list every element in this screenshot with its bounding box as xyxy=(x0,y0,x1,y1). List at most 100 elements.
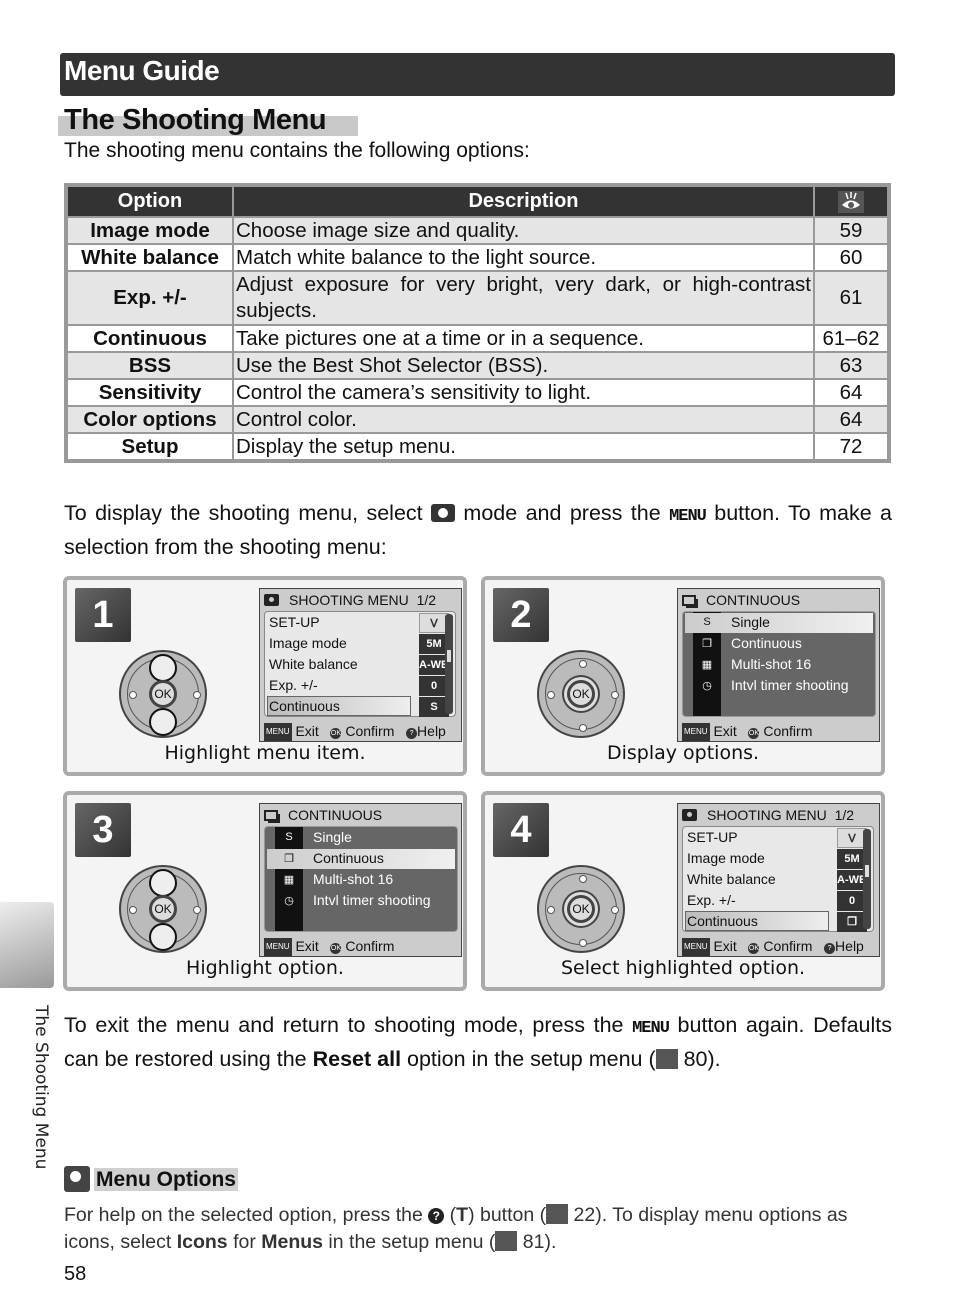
confirm-label: Confirm xyxy=(345,723,395,739)
screen-title-text: CONTINUOUS xyxy=(706,592,801,608)
menu-button-label: MENU xyxy=(669,507,707,526)
description-cell: Control color. xyxy=(232,405,815,434)
multi-selector-dial: OK xyxy=(119,865,207,953)
menu-options-title: Menu Options xyxy=(94,1168,238,1191)
dial-up-dot xyxy=(579,875,587,883)
menu-button-label: MENU xyxy=(632,1019,670,1038)
step-number: 3 xyxy=(75,803,131,857)
page-cell: 72 xyxy=(813,432,890,462)
dial-right-dot xyxy=(611,906,619,914)
option-cell: BSS xyxy=(65,351,234,380)
header-page xyxy=(813,184,890,218)
option-item: Single xyxy=(313,829,352,845)
dial-up-pressed xyxy=(149,654,177,682)
description-cell: Choose image size and quality. xyxy=(232,216,815,245)
table-row: Image mode Choose image size and quality.… xyxy=(65,216,890,245)
menu-options-heading: Menu Options xyxy=(64,1166,238,1192)
description-cell: Display the setup menu. xyxy=(232,432,815,462)
option-item: Continuous xyxy=(313,850,384,866)
reference-eye-icon xyxy=(495,1231,518,1251)
option-item: Multi-shot 16 xyxy=(731,656,812,672)
menu-badge: MENU xyxy=(682,938,710,956)
step-caption: Display options. xyxy=(606,742,760,764)
option-item: Intvl timer shooting xyxy=(731,677,849,693)
page-cell: 64 xyxy=(813,378,890,407)
screen-footer: MENU Exit OK Confirm ? Help xyxy=(264,722,459,741)
camera-icon xyxy=(264,594,279,606)
menu-item: White balance xyxy=(269,656,358,672)
description-cell: Match white balance to the light source. xyxy=(232,243,815,272)
table-row: Exp. +/- Adjust exposure for very bright,… xyxy=(65,270,890,326)
menu-item: Exp. +/- xyxy=(687,892,736,908)
dial-up-dot xyxy=(579,660,587,668)
ok-badge: OK xyxy=(330,943,342,954)
table-row: Continuous Take pictures one at a time or… xyxy=(65,324,890,353)
menu-badge: MENU xyxy=(682,723,710,741)
help-button-icon: ? xyxy=(428,1208,445,1224)
dial-left-dot xyxy=(547,906,555,914)
screen-title-text: SHOOTING MENU xyxy=(707,807,827,823)
screen-page: 1/2 xyxy=(416,592,437,608)
description-cell: Take pictures one at a time or in a sequ… xyxy=(232,324,815,353)
option-cell: Sensitivity xyxy=(65,378,234,407)
option-cell: White balance xyxy=(65,243,234,272)
step-3-panel: 3 OK CONTINUOUS S Single ❐ Continuous ▦ … xyxy=(63,791,467,991)
camera-mode-icon xyxy=(431,504,456,522)
page-cell: 63 xyxy=(813,351,890,380)
dial-left-dot xyxy=(129,906,137,914)
help-label: Help xyxy=(417,723,446,739)
para2-text: To exit the menu and return to shooting … xyxy=(64,1013,633,1037)
note-text: ( xyxy=(444,1204,457,1226)
page-cell: 61–62 xyxy=(813,324,890,353)
table-row: BSS Use the Best Shot Selector (BSS). 63 xyxy=(65,351,890,380)
menu-item: SET-UP xyxy=(687,829,738,845)
option-item: Single xyxy=(731,614,770,630)
table-row: Setup Display the setup menu. 72 xyxy=(65,432,890,462)
screen-title: SHOOTING MENU 1/2 xyxy=(264,591,436,609)
exit-label: Exit xyxy=(295,938,319,954)
menu-badge: MENU xyxy=(264,723,292,741)
reset-all-label: Reset all xyxy=(312,1047,402,1071)
option-cell: Color options xyxy=(65,405,234,434)
step-number: 4 xyxy=(493,803,549,857)
camera-screen: CONTINUOUS S Single ❐ Continuous ▦ Multi… xyxy=(677,588,880,742)
option-item: Continuous xyxy=(731,635,802,651)
page-cell: 61 xyxy=(813,270,890,326)
ok-button-pressed: OK xyxy=(567,680,595,708)
para1-text: mode and press the xyxy=(455,501,670,525)
header-title: Menu Guide xyxy=(64,55,220,86)
menu-item: Continuous xyxy=(269,698,340,714)
option-cell: Exp. +/- xyxy=(65,270,234,326)
menu-badge: MENU xyxy=(264,938,292,956)
section-title: The Shooting Menu xyxy=(64,104,327,136)
menu-item: Image mode xyxy=(269,635,347,651)
page-ref: 80). xyxy=(677,1047,721,1071)
menus-label: Menus xyxy=(261,1231,324,1253)
ok-badge: OK xyxy=(748,943,760,954)
ok-button: OK xyxy=(149,680,177,708)
interval-timer-icon: ◷ xyxy=(702,680,712,692)
screen-footer: MENU Exit OK Confirm ? Help xyxy=(682,937,877,956)
screen-title: CONTINUOUS xyxy=(682,591,800,609)
screen-title-text: SHOOTING MENU xyxy=(289,592,409,608)
menu-item: SET-UP xyxy=(269,614,320,630)
table-row: Sensitivity Control the camera’s sensitiv… xyxy=(65,378,890,407)
interval-timer-icon: ◷ xyxy=(284,895,294,907)
menu-list: SET-UP Image mode White balance Exp. +/-… xyxy=(682,826,874,932)
note-text: ) button ( xyxy=(468,1204,547,1226)
step-2-panel: 2 OK CONTINUOUS S Single ❐ Continuous ▦ … xyxy=(481,576,885,776)
dial-left-dot xyxy=(547,691,555,699)
note-text: For help on the selected option, press t… xyxy=(64,1204,429,1226)
reference-eye-icon xyxy=(546,1204,569,1224)
step-number: 2 xyxy=(493,588,549,642)
page-number: 58 xyxy=(64,1263,87,1285)
exit-label: Exit xyxy=(713,723,737,739)
confirm-label: Confirm xyxy=(763,723,813,739)
t-button-label: T xyxy=(456,1204,469,1226)
description-cell: Adjust exposure for very bright, very da… xyxy=(232,270,815,326)
exit-paragraph: To exit the menu and return to shooting … xyxy=(64,1010,892,1074)
dial-up-pressed xyxy=(149,869,177,897)
help-badge: ? xyxy=(406,728,418,739)
para2-text: option in the setup menu ( xyxy=(401,1047,656,1071)
options-table: Option Description Image mode Choose imag… xyxy=(64,183,891,463)
